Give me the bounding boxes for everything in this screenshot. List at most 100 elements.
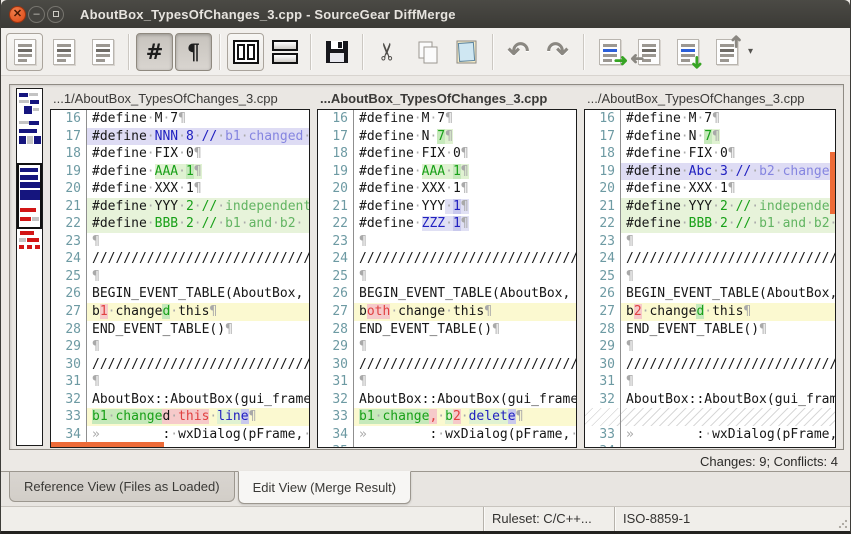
arrow-up-icon: ➜ <box>727 34 744 48</box>
tab-reference-view[interactable]: Reference View (Files as Loaded) <box>9 472 235 502</box>
apply-options-caret[interactable]: ▾ <box>748 46 753 57</box>
code-line: 27b2·changed·this¶ <box>585 303 835 321</box>
overview-diff-mark <box>20 182 40 188</box>
overview-diff-mark <box>30 100 39 104</box>
arrow-left-icon: ➜ <box>630 50 644 67</box>
statusbar-ruleset: Ruleset: C/C++... <box>483 507 614 531</box>
code-line: 23¶ <box>51 233 309 251</box>
code-line: 18#define·FIX·0¶ <box>51 145 309 163</box>
new-file-diff-button[interactable] <box>6 33 43 71</box>
redo-icon: ↷ <box>547 36 569 67</box>
paste-button[interactable] <box>448 33 485 71</box>
diffmerge-window: ✕ – AboutBox_TypesOfChanges_3.cpp - Sour… <box>0 0 851 534</box>
toolbar: # ¶ ✂ <box>1 28 850 76</box>
overview-diff-mark <box>20 217 31 221</box>
titlebar[interactable]: ✕ – AboutBox_TypesOfChanges_3.cpp - Sour… <box>1 0 850 28</box>
toggle-whitespace-button[interactable]: ¶ <box>175 33 212 71</box>
center-file-path: ...AboutBox_TypesOfChanges_3.cpp <box>317 91 584 106</box>
left-file-path: ...1/AboutBox_TypesOfChanges_3.cpp <box>50 91 317 106</box>
horizontal-split-view-button[interactable] <box>266 33 303 71</box>
code-line: 22#define·BBB·2·//·b1·and·b2· <box>585 215 835 233</box>
code-line: 19#define·AAA·1¶ <box>51 163 309 181</box>
code-line: 21#define·YYY·2·//·independent <box>585 198 835 216</box>
code-line: 34» » <box>585 443 835 448</box>
overview-diff-mark <box>19 121 29 124</box>
overview-diff-mark <box>20 208 36 212</box>
close-button[interactable]: ✕ <box>9 6 26 23</box>
code-line: 23¶ <box>585 233 835 251</box>
redo-button[interactable]: ↷ <box>539 33 576 71</box>
horizontal-scrollbar-thumb[interactable] <box>51 442 164 447</box>
code-line: 31¶ <box>51 373 309 391</box>
code-line: 26BEGIN_EVENT_TABLE(AboutBox, <box>585 285 835 303</box>
document-icon <box>14 39 36 65</box>
view-tabbar: Reference View (Files as Loaded) Edit Vi… <box>1 471 850 506</box>
code-line: 21#define·YYY·1¶ <box>318 198 576 216</box>
undo-button[interactable]: ↶ <box>500 33 537 71</box>
overview-diff-mark <box>27 238 39 242</box>
overview-diff-mark <box>19 245 24 249</box>
code-line: 29¶ <box>585 338 835 356</box>
code-line: 27b1·changed·this¶ <box>51 303 309 321</box>
apply-change-right-button[interactable]: ➜ <box>591 33 628 71</box>
vertical-split-icon <box>233 40 259 64</box>
code-line: 27both·change·this¶ <box>318 303 576 321</box>
code-line: 25¶ <box>51 268 309 286</box>
maximize-button[interactable] <box>47 6 64 23</box>
code-line: 16#define·M·7¶ <box>318 110 576 128</box>
code-line: 26BEGIN_EVENT_TABLE(AboutBox, <box>318 285 576 303</box>
code-line: 33b1·change,·b2·delete¶ <box>318 408 576 426</box>
apply-change-left-button[interactable]: ➜ <box>630 33 667 71</box>
code-line: 34» :·wxDialog(pFrame,·-1 <box>318 426 576 444</box>
copy-icon <box>415 39 441 65</box>
overview-diff-mark <box>19 238 26 242</box>
new-folder-diff-button[interactable] <box>84 33 121 71</box>
resize-grip[interactable] <box>836 507 850 531</box>
document-icon <box>92 39 114 65</box>
code-line: 33» :·wxDialog(pFrame,·-1 <box>585 426 835 444</box>
overview-diff-mark <box>20 168 38 172</box>
toggle-line-numbers-button[interactable]: # <box>136 33 173 71</box>
arrow-down-icon: ➜ <box>688 55 705 69</box>
left-file-panel[interactable]: 16#define·M·7¶17#define·NNN·8·//·b1·chan… <box>50 109 310 448</box>
cut-button[interactable]: ✂ <box>370 33 407 71</box>
pilcrow-icon: ¶ <box>187 39 200 64</box>
overview-diff-mark <box>29 121 39 125</box>
right-file-panel[interactable]: 16#define·M·7¶17#define·N·7¶18#define·FI… <box>584 109 836 448</box>
code-line: 20#define·XXX·1¶ <box>318 180 576 198</box>
minimize-button[interactable]: – <box>28 6 45 23</box>
toolbar-separator <box>492 34 493 70</box>
code-line: 25¶ <box>318 268 576 286</box>
apply-change-up-button[interactable]: ➜ <box>708 33 745 71</box>
diff-overview-strip[interactable] <box>16 88 43 446</box>
code-line: 18#define·FIX·0¶ <box>585 145 835 163</box>
code-line: 31¶ <box>585 373 835 391</box>
code-line: 17#define·N·7¶ <box>318 128 576 146</box>
overview-diff-mark <box>35 245 40 249</box>
overview-diff-mark <box>19 129 37 133</box>
apply-change-down-button[interactable]: ➜ <box>669 33 706 71</box>
code-line: 24//////////////////////////////////// <box>51 250 309 268</box>
missing-line-placeholder <box>585 408 835 426</box>
diff-client-area: ...1/AboutBox_TypesOfChanges_3.cpp ...Ab… <box>9 84 844 450</box>
code-line: 21#define·YYY·2·//·independent <box>51 198 309 216</box>
code-line: 29¶ <box>318 338 576 356</box>
code-line: 24//////////////////////////////////// <box>318 250 576 268</box>
copy-button[interactable] <box>409 33 446 71</box>
code-line: 29¶ <box>51 338 309 356</box>
tab-edit-view[interactable]: Edit View (Merge Result) <box>238 471 412 504</box>
panel-headers: ...1/AboutBox_TypesOfChanges_3.cpp ...Ab… <box>50 88 836 109</box>
code-line: 22#define·ZZZ·1¶ <box>318 215 576 233</box>
overview-diff-mark <box>33 108 39 111</box>
center-file-panel[interactable]: 16#define·M·7¶17#define·N·7¶18#define·FI… <box>317 109 577 448</box>
save-button[interactable] <box>318 33 355 71</box>
hash-icon: # <box>146 39 164 64</box>
toolbar-separator <box>128 34 129 70</box>
new-file-merge-button[interactable] <box>45 33 82 71</box>
vertical-scrollbar-thumb[interactable] <box>830 152 835 214</box>
scissors-icon: ✂ <box>374 41 403 61</box>
right-file-path: .../AboutBox_TypesOfChanges_3.cpp <box>584 91 836 106</box>
overview-diff-mark <box>27 245 32 249</box>
code-line: 30//////////////////////////////////// <box>51 356 309 374</box>
vertical-split-view-button[interactable] <box>227 33 264 71</box>
